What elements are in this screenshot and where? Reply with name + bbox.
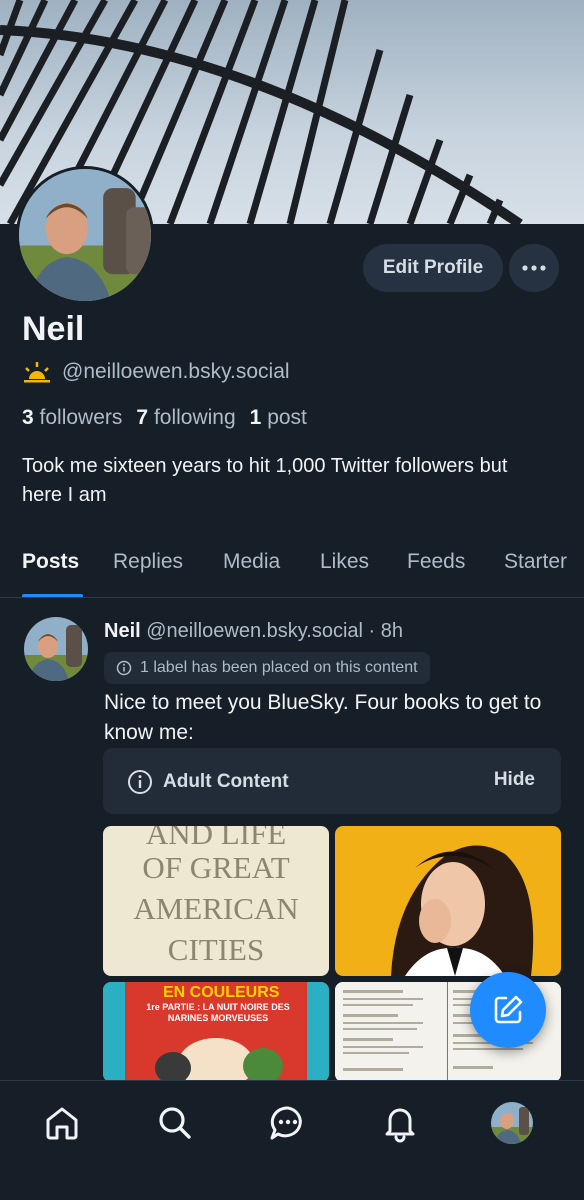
post-separator: · — [368, 620, 376, 642]
edit-profile-button[interactable]: Edit Profile — [363, 244, 503, 292]
info-icon — [116, 660, 132, 676]
tab-starter[interactable]: Starter — [504, 550, 567, 574]
post-header: Neil @neilloewen.bsky.social · 8h — [104, 620, 403, 643]
bell-icon[interactable] — [378, 1101, 422, 1145]
tab-likes[interactable]: Likes — [320, 550, 369, 574]
post-image-1[interactable]: AND LIFE OF GREAT AMERICAN CITIES — [103, 826, 329, 976]
active-tab-indicator — [22, 594, 83, 597]
search-icon[interactable] — [153, 1101, 197, 1145]
info-icon — [128, 770, 152, 794]
post-time[interactable]: 8h — [381, 620, 403, 642]
content-warning[interactable]: Adult Content Hide — [103, 748, 561, 814]
post-author-handle[interactable]: @neilloewen.bsky.social — [146, 620, 363, 642]
post-image-2[interactable] — [335, 826, 561, 976]
post-image-3[interactable]: EN COULEURS 1re PARTIE : LA NUIT NOIRE D… — [103, 982, 329, 1082]
label-notice-text: 1 label has been placed on this content — [140, 659, 418, 676]
compose-icon — [494, 995, 523, 1024]
profile-avatar-nav[interactable] — [491, 1102, 533, 1144]
profile-avatar[interactable] — [16, 166, 154, 304]
posts-count: 1 post — [249, 406, 307, 429]
followers-link[interactable]: 3 followers — [22, 406, 122, 430]
book3-subtitle: 1re PARTIE : LA NUIT NOIRE DES NARINES M… — [146, 1002, 290, 1023]
ellipsis-icon — [522, 265, 546, 271]
label-notice[interactable]: 1 label has been placed on this content — [104, 652, 430, 684]
sunrise-icon — [24, 362, 50, 383]
following-link[interactable]: 7 following — [136, 406, 235, 430]
profile-stats: 3 followers 7 following 1 post — [22, 406, 307, 430]
post-author-name[interactable]: Neil — [104, 620, 141, 642]
content-warning-label: Adult Content — [127, 769, 289, 795]
compose-button[interactable] — [470, 972, 546, 1048]
profile-handle[interactable]: @neilloewen.bsky.social — [62, 360, 290, 384]
hide-button[interactable]: Hide — [494, 769, 535, 791]
more-options-button[interactable] — [509, 244, 559, 292]
post-author-avatar[interactable] — [24, 617, 88, 681]
home-icon[interactable] — [40, 1101, 84, 1145]
tab-feeds[interactable]: Feeds — [407, 550, 465, 574]
profile-bio: Took me sixteen years to hit 1,000 Twitt… — [22, 455, 508, 506]
tab-media[interactable]: Media — [223, 550, 280, 574]
post-text: Nice to meet you BlueSky. Four books to … — [104, 691, 542, 744]
tab-replies[interactable]: Replies — [113, 550, 183, 574]
chat-icon[interactable] — [266, 1101, 310, 1145]
book3-title: EN COULEURS — [163, 984, 280, 1001]
tab-posts[interactable]: Posts — [22, 550, 79, 574]
handle-row: @neilloewen.bsky.social — [22, 360, 290, 384]
display-name: Neil — [22, 310, 85, 348]
bottom-nav — [0, 1080, 584, 1200]
profile-tabs: Posts Replies Media Likes Feeds Starter — [0, 540, 584, 598]
